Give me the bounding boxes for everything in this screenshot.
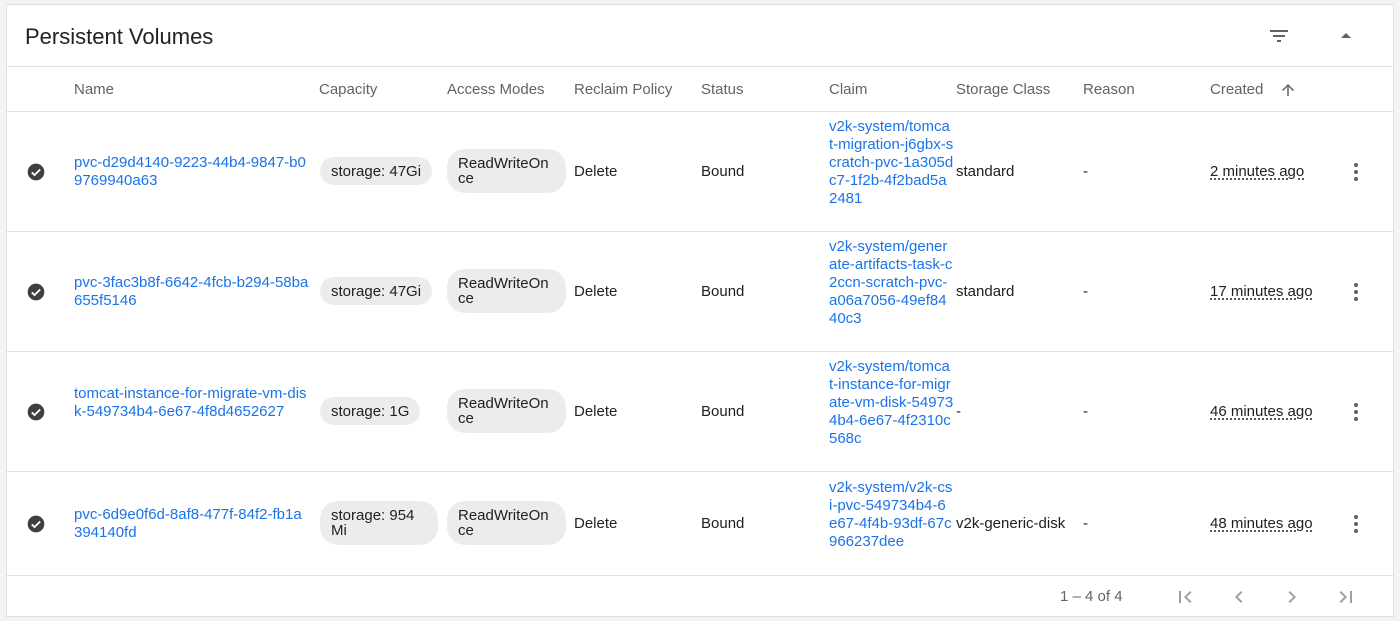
- more-vert-icon[interactable]: [1344, 400, 1368, 424]
- more-vert-icon[interactable]: [1344, 160, 1368, 184]
- column-header-created[interactable]: Created: [1210, 81, 1263, 98]
- capacity-chip: storage: 954 Mi: [320, 501, 438, 545]
- storage-class: standard: [956, 163, 1015, 180]
- created-time: 48 minutes ago: [1210, 515, 1313, 532]
- access-mode-chip: ReadWriteOnce: [447, 501, 566, 545]
- persistent-volumes-card: Persistent Volumes Name Capacity Access …: [6, 4, 1394, 617]
- arrow-upward-icon[interactable]: [1279, 81, 1297, 99]
- more-vert-icon[interactable]: [1344, 512, 1368, 536]
- claim-link[interactable]: v2k-system/tomcat-migration-j6gbx-scratc…: [829, 118, 954, 208]
- page-range-label: 1 – 4 of 4: [1060, 588, 1123, 605]
- volume-name-link[interactable]: pvc-d29d4140-9223-44b4-9847-b09769940a63: [74, 154, 309, 190]
- chevron-left-icon[interactable]: [1227, 585, 1251, 609]
- access-mode-chip: ReadWriteOnce: [447, 269, 566, 313]
- check-circle-icon: [27, 163, 45, 181]
- status-text: Bound: [701, 403, 745, 420]
- column-header-storage-class[interactable]: Storage Class: [956, 81, 1050, 98]
- column-header-reason[interactable]: Reason: [1083, 81, 1135, 98]
- status-text: Bound: [701, 163, 745, 180]
- access-mode-chip: ReadWriteOnce: [447, 389, 566, 433]
- column-header-reclaim-policy[interactable]: Reclaim Policy: [574, 81, 672, 98]
- page-title: Persistent Volumes: [25, 24, 214, 49]
- table-row: tomcat-instance-for-migrate-vm-disk-5497…: [7, 352, 1393, 472]
- claim-link[interactable]: v2k-system/v2k-csi-pvc-549734b4-6e67-4f4…: [829, 479, 954, 551]
- capacity-chip: storage: 1G: [320, 397, 421, 425]
- storage-class: -: [956, 403, 961, 420]
- paginator: 1 – 4 of 4: [7, 576, 1393, 618]
- reclaim-policy: Delete: [574, 163, 618, 180]
- status-text: Bound: [701, 283, 745, 300]
- reclaim-policy: Delete: [574, 403, 618, 420]
- reason: -: [1083, 403, 1088, 420]
- storage-class: standard: [956, 283, 1015, 300]
- chevron-right-icon[interactable]: [1280, 585, 1304, 609]
- created-time: 46 minutes ago: [1210, 403, 1313, 420]
- column-header-claim[interactable]: Claim: [829, 81, 867, 98]
- volume-name-link[interactable]: pvc-3fac3b8f-6642-4fcb-b294-58ba655f5146: [74, 274, 309, 310]
- collapse-button[interactable]: [1328, 18, 1364, 54]
- filter-button[interactable]: [1261, 18, 1297, 54]
- status-text: Bound: [701, 515, 745, 532]
- volume-name-link[interactable]: tomcat-instance-for-migrate-vm-disk-5497…: [74, 385, 309, 421]
- column-header-capacity[interactable]: Capacity: [319, 81, 377, 98]
- card-header: Persistent Volumes: [7, 5, 1393, 67]
- first-page-icon[interactable]: [1173, 585, 1197, 609]
- capacity-chip: storage: 47Gi: [320, 157, 433, 185]
- access-mode-chip: ReadWriteOnce: [447, 149, 566, 193]
- check-circle-icon: [27, 403, 45, 421]
- table-row: pvc-6d9e0f6d-8af8-477f-84f2-fb1a394140fd…: [7, 472, 1393, 576]
- claim-link[interactable]: v2k-system/tomcat-instance-for-migrate-v…: [829, 358, 954, 448]
- more-vert-icon[interactable]: [1344, 280, 1368, 304]
- reason: -: [1083, 163, 1088, 180]
- column-header-status[interactable]: Status: [701, 81, 744, 98]
- claim-link[interactable]: v2k-system/generate-artifacts-task-c2ccn…: [829, 238, 954, 328]
- column-header-name[interactable]: Name: [74, 81, 114, 98]
- volume-name-link[interactable]: pvc-6d9e0f6d-8af8-477f-84f2-fb1a394140fd: [74, 506, 309, 542]
- table-header: Name Capacity Access Modes Reclaim Polic…: [7, 67, 1393, 112]
- expand-less-icon: [1341, 33, 1351, 38]
- created-time: 2 minutes ago: [1210, 163, 1305, 180]
- reason: -: [1083, 515, 1088, 532]
- table-row: pvc-d29d4140-9223-44b4-9847-b09769940a63…: [7, 112, 1393, 232]
- table-row: pvc-3fac3b8f-6642-4fcb-b294-58ba655f5146…: [7, 232, 1393, 352]
- reclaim-policy: Delete: [574, 515, 618, 532]
- reason: -: [1083, 283, 1088, 300]
- storage-class: v2k-generic-disk: [956, 515, 1066, 532]
- capacity-chip: storage: 47Gi: [320, 277, 433, 305]
- check-circle-icon: [27, 515, 45, 533]
- column-header-access-modes[interactable]: Access Modes: [447, 81, 545, 98]
- check-circle-icon: [27, 283, 45, 301]
- created-time: 17 minutes ago: [1210, 283, 1313, 300]
- reclaim-policy: Delete: [574, 283, 618, 300]
- filter-list-icon: [1270, 30, 1288, 42]
- last-page-icon[interactable]: [1334, 585, 1358, 609]
